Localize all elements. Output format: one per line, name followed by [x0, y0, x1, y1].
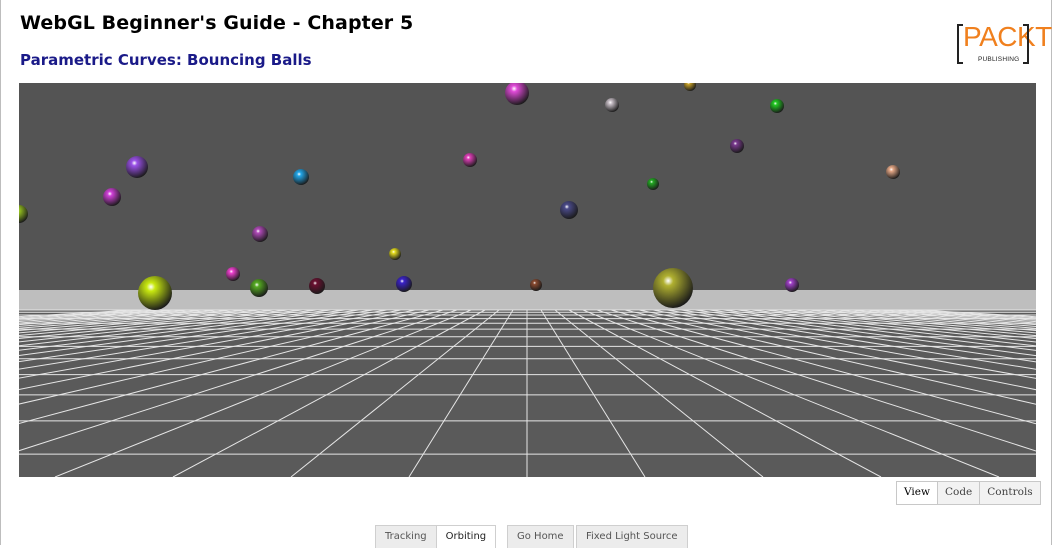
- ball: [730, 139, 744, 153]
- ball: [293, 169, 309, 185]
- ball: [605, 98, 619, 112]
- ball: [653, 268, 693, 308]
- tab-view[interactable]: View: [897, 482, 937, 504]
- webgl-canvas[interactable]: [19, 83, 1036, 477]
- ball: [226, 267, 240, 281]
- ball: [252, 226, 268, 242]
- tab-controls[interactable]: Controls: [979, 482, 1039, 504]
- ball: [396, 276, 412, 292]
- ball: [463, 153, 477, 167]
- logo-right-bracket: [1023, 24, 1029, 64]
- logo-tagline: PUBLISHING: [978, 56, 1020, 63]
- view-tabs: View Code Controls: [896, 481, 1041, 505]
- ball: [886, 165, 900, 179]
- ball: [530, 279, 542, 291]
- scene-svg: [19, 83, 1036, 477]
- packt-logo: PACKT PUBLISHING: [957, 21, 1052, 68]
- ball: [647, 178, 659, 190]
- ball: [250, 279, 268, 297]
- ball: [126, 156, 148, 178]
- ball: [103, 188, 121, 206]
- ball: [309, 278, 325, 294]
- ball: [560, 201, 578, 219]
- scene-background: [19, 83, 1036, 290]
- logo-wordmark: PACKT: [963, 21, 1052, 52]
- tab-code[interactable]: Code: [936, 482, 979, 504]
- ball: [785, 278, 799, 292]
- ball: [389, 248, 401, 260]
- ball: [770, 99, 784, 113]
- page-title: WebGL Beginner's Guide - Chapter 5: [20, 12, 414, 34]
- page-subtitle: Parametric Curves: Bouncing Balls: [20, 51, 312, 69]
- ball: [138, 276, 172, 310]
